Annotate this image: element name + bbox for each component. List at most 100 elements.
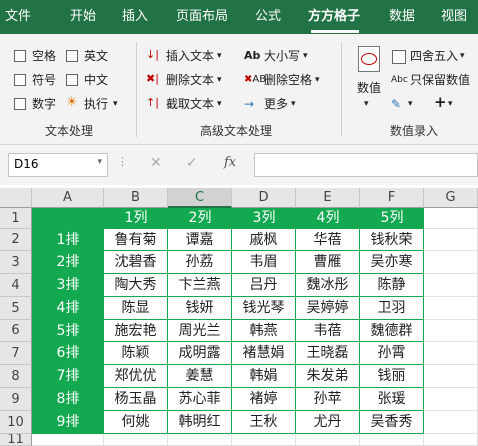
empty-cell[interactable] xyxy=(424,434,478,446)
empty-cell[interactable] xyxy=(360,434,424,446)
name-cell[interactable]: 杨玉晶 xyxy=(104,388,168,411)
formula-input[interactable] xyxy=(254,153,478,177)
row-header[interactable]: 4 xyxy=(0,274,32,297)
row-label-cell[interactable]: 7排 xyxy=(32,365,104,388)
row-label-cell[interactable]: 8排 xyxy=(32,388,104,411)
name-cell[interactable]: 钱光琴 xyxy=(232,297,296,320)
select-all-corner[interactable] xyxy=(0,188,32,208)
keep-value-button[interactable]: 只保留数值 xyxy=(410,72,470,88)
name-cell[interactable]: 王晓磊 xyxy=(296,342,360,365)
name-cell[interactable]: 褚慧娟 xyxy=(232,342,296,365)
case-button[interactable]: 大小写 xyxy=(264,48,300,64)
numeric-button[interactable]: 数值 xyxy=(357,80,381,96)
row-header[interactable]: 11 xyxy=(0,434,32,446)
tab-insert[interactable]: 插入 xyxy=(122,9,148,25)
name-cell[interactable]: 郑优优 xyxy=(104,365,168,388)
row-header[interactable]: 9 xyxy=(0,388,32,411)
name-cell[interactable]: 钱秋荣 xyxy=(360,229,424,251)
empty-cell[interactable] xyxy=(424,229,478,251)
row-header[interactable]: 5 xyxy=(0,297,32,320)
plus-icon[interactable]: + xyxy=(434,94,447,110)
extract-text-button[interactable]: 截取文本 xyxy=(166,96,214,112)
confirm-icon[interactable]: ✓ xyxy=(186,155,198,171)
column-label-cell[interactable]: 2列 xyxy=(168,208,232,229)
row-header[interactable]: 8 xyxy=(0,365,32,388)
name-cell[interactable]: 成明露 xyxy=(168,342,232,365)
name-cell[interactable]: 卫羽 xyxy=(360,297,424,320)
name-cell[interactable]: 褚婷 xyxy=(232,388,296,411)
name-cell[interactable]: 姜慧 xyxy=(168,365,232,388)
empty-cell[interactable] xyxy=(32,434,104,446)
more-button[interactable]: 更多 xyxy=(264,96,288,112)
name-cell[interactable]: 魏德群 xyxy=(360,320,424,342)
column-header[interactable]: F xyxy=(360,188,424,208)
tab-page-layout[interactable]: 页面布局 xyxy=(176,9,228,25)
edit-dropdown-icon[interactable]: ▾ xyxy=(408,96,413,112)
name-cell[interactable]: 周光兰 xyxy=(168,320,232,342)
tab-fangfang[interactable]: 方方格子 xyxy=(308,9,360,25)
space-checkbox[interactable] xyxy=(14,50,26,62)
tab-file[interactable]: 文件 xyxy=(5,9,31,25)
delete-text-button[interactable]: 删除文本 xyxy=(166,72,214,88)
empty-cell[interactable] xyxy=(424,388,478,411)
name-cell[interactable]: 吕丹 xyxy=(232,274,296,297)
name-cell[interactable]: 韦眉 xyxy=(232,251,296,274)
column-header[interactable]: A xyxy=(32,188,104,208)
tab-data[interactable]: 数据 xyxy=(389,9,415,25)
insert-text-button[interactable]: 插入文本 xyxy=(166,48,214,64)
name-cell[interactable]: 陶大秀 xyxy=(104,274,168,297)
name-cell[interactable]: 韩燕 xyxy=(232,320,296,342)
empty-cell[interactable] xyxy=(104,434,168,446)
name-cell[interactable]: 孙荔 xyxy=(168,251,232,274)
column-label-cell[interactable]: 1列 xyxy=(104,208,168,229)
row-label-cell[interactable]: 2排 xyxy=(32,251,104,274)
name-box[interactable]: D16 ▾ xyxy=(8,153,108,177)
execute-button[interactable]: 执行 xyxy=(84,96,108,112)
name-cell[interactable]: 陈静 xyxy=(360,274,424,297)
more-dropdown-icon[interactable]: ▾ xyxy=(291,96,296,112)
name-cell[interactable]: 谭嘉 xyxy=(168,229,232,251)
name-cell[interactable]: 钱丽 xyxy=(360,365,424,388)
column-label-cell[interactable] xyxy=(32,208,104,229)
name-box-dropdown-icon[interactable]: ▾ xyxy=(97,157,102,167)
column-label-cell[interactable]: 4列 xyxy=(296,208,360,229)
row-header[interactable]: 10 xyxy=(0,411,32,434)
empty-cell[interactable] xyxy=(232,434,296,446)
name-cell[interactable]: 鲁有菊 xyxy=(104,229,168,251)
fx-icon[interactable]: fx xyxy=(224,155,236,170)
chinese-checkbox[interactable] xyxy=(66,74,78,86)
english-checkbox[interactable] xyxy=(66,50,78,62)
delete-space-dropdown-icon[interactable]: ▾ xyxy=(315,72,320,88)
row-label-cell[interactable]: 3排 xyxy=(32,274,104,297)
delete-space-button[interactable]: 删除空格 xyxy=(264,72,312,88)
row-label-cell[interactable]: 4排 xyxy=(32,297,104,320)
column-header[interactable]: D xyxy=(232,188,296,208)
name-cell[interactable]: 沈碧香 xyxy=(104,251,168,274)
row-label-cell[interactable]: 9排 xyxy=(32,411,104,434)
row-header[interactable]: 1 xyxy=(0,208,32,229)
row-header[interactable]: 6 xyxy=(0,320,32,342)
name-cell[interactable]: 钱妍 xyxy=(168,297,232,320)
name-cell[interactable]: 何姚 xyxy=(104,411,168,434)
column-header[interactable]: C xyxy=(168,188,232,208)
name-cell[interactable]: 卞兰燕 xyxy=(168,274,232,297)
insert-text-dropdown-icon[interactable]: ▾ xyxy=(217,48,222,64)
name-cell[interactable]: 施宏艳 xyxy=(104,320,168,342)
empty-cell[interactable] xyxy=(424,297,478,320)
row-label-cell[interactable]: 1排 xyxy=(32,229,104,251)
empty-cell[interactable] xyxy=(424,320,478,342)
name-cell[interactable]: 尤丹 xyxy=(296,411,360,434)
cancel-icon[interactable]: ✕ xyxy=(150,155,162,171)
empty-cell[interactable] xyxy=(168,434,232,446)
execute-dropdown-icon[interactable]: ▾ xyxy=(113,96,118,112)
tab-view[interactable]: 视图 xyxy=(441,9,467,25)
number-checkbox[interactable] xyxy=(14,98,26,110)
empty-cell[interactable] xyxy=(296,434,360,446)
case-dropdown-icon[interactable]: ▾ xyxy=(303,48,308,64)
empty-cell[interactable] xyxy=(424,342,478,365)
edit-icon[interactable]: ✎ xyxy=(391,96,401,112)
name-cell[interactable]: 曹雁 xyxy=(296,251,360,274)
name-cell[interactable]: 吴亦寒 xyxy=(360,251,424,274)
empty-cell[interactable] xyxy=(424,411,478,434)
empty-cell[interactable] xyxy=(424,365,478,388)
